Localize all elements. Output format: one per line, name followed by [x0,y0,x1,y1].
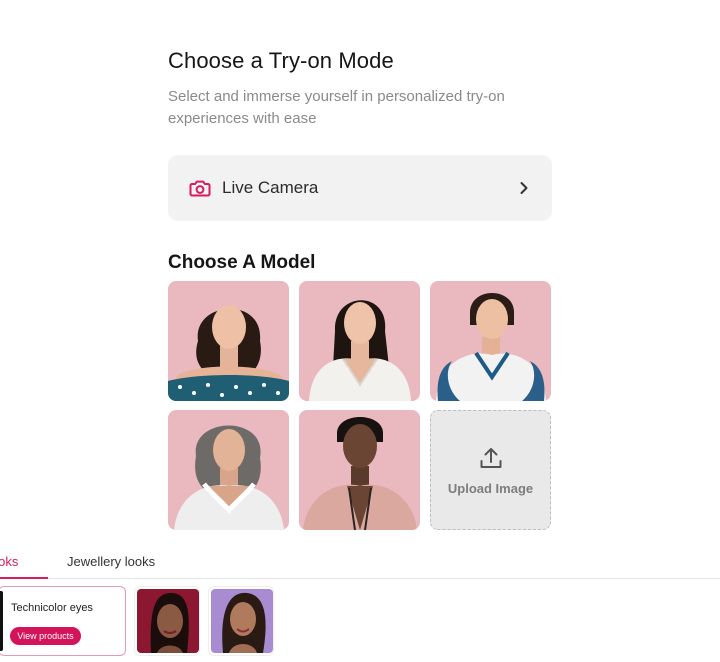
looks-tabs: looks Jewellery looks [0,548,720,579]
try-on-mode-panel: Choose a Try-on Mode Select and immerse … [168,48,552,530]
model-grid: Upload Image [168,281,552,530]
look-thumbnail [0,591,3,651]
upload-image-label: Upload Image [447,480,534,496]
model-tile-3[interactable] [430,281,551,401]
look-thumbnail-2[interactable] [208,586,274,656]
look-photo-1 [137,589,199,653]
chevron-right-icon [516,180,532,196]
model-tile-2[interactable] [299,281,420,401]
look-title: Technicolor eyes [11,602,93,614]
try-on-page: Choose a Try-on Mode Select and immerse … [0,0,720,662]
model-tile-5[interactable] [299,410,420,530]
page-subtitle: Select and immerse yourself in personali… [168,88,505,127]
page-title: Choose a Try-on Mode [168,48,394,73]
tab-jewellery-looks-label: Jewellery looks [67,554,156,569]
choose-model-heading: Choose A Model [168,252,316,273]
live-camera-label: Live Camera [222,178,319,197]
upload-image-button[interactable]: Upload Image [430,410,551,530]
looks-carousel: Technicolor eyes View products [0,586,720,656]
model-photo-5 [299,410,420,530]
model-tile-1[interactable] [168,281,289,401]
tab-jewellery-looks[interactable]: Jewellery looks [67,554,155,569]
view-products-button[interactable]: View products [10,627,81,645]
model-photo-4 [168,410,289,530]
tab-looks-label: looks [0,554,19,569]
live-camera-button[interactable]: Live Camera [168,155,552,221]
active-tab-indicator [0,577,48,579]
model-photo-2 [299,281,420,401]
model-photo-3 [430,281,551,401]
look-card-selected[interactable]: Technicolor eyes View products [0,586,126,656]
look-photo-2 [211,589,273,653]
camera-icon [188,176,212,200]
model-tile-4[interactable] [168,410,289,530]
tab-looks[interactable]: looks [0,554,48,569]
look-thumbnail-1[interactable] [134,586,200,656]
model-photo-1 [168,281,289,401]
upload-icon [478,445,504,471]
